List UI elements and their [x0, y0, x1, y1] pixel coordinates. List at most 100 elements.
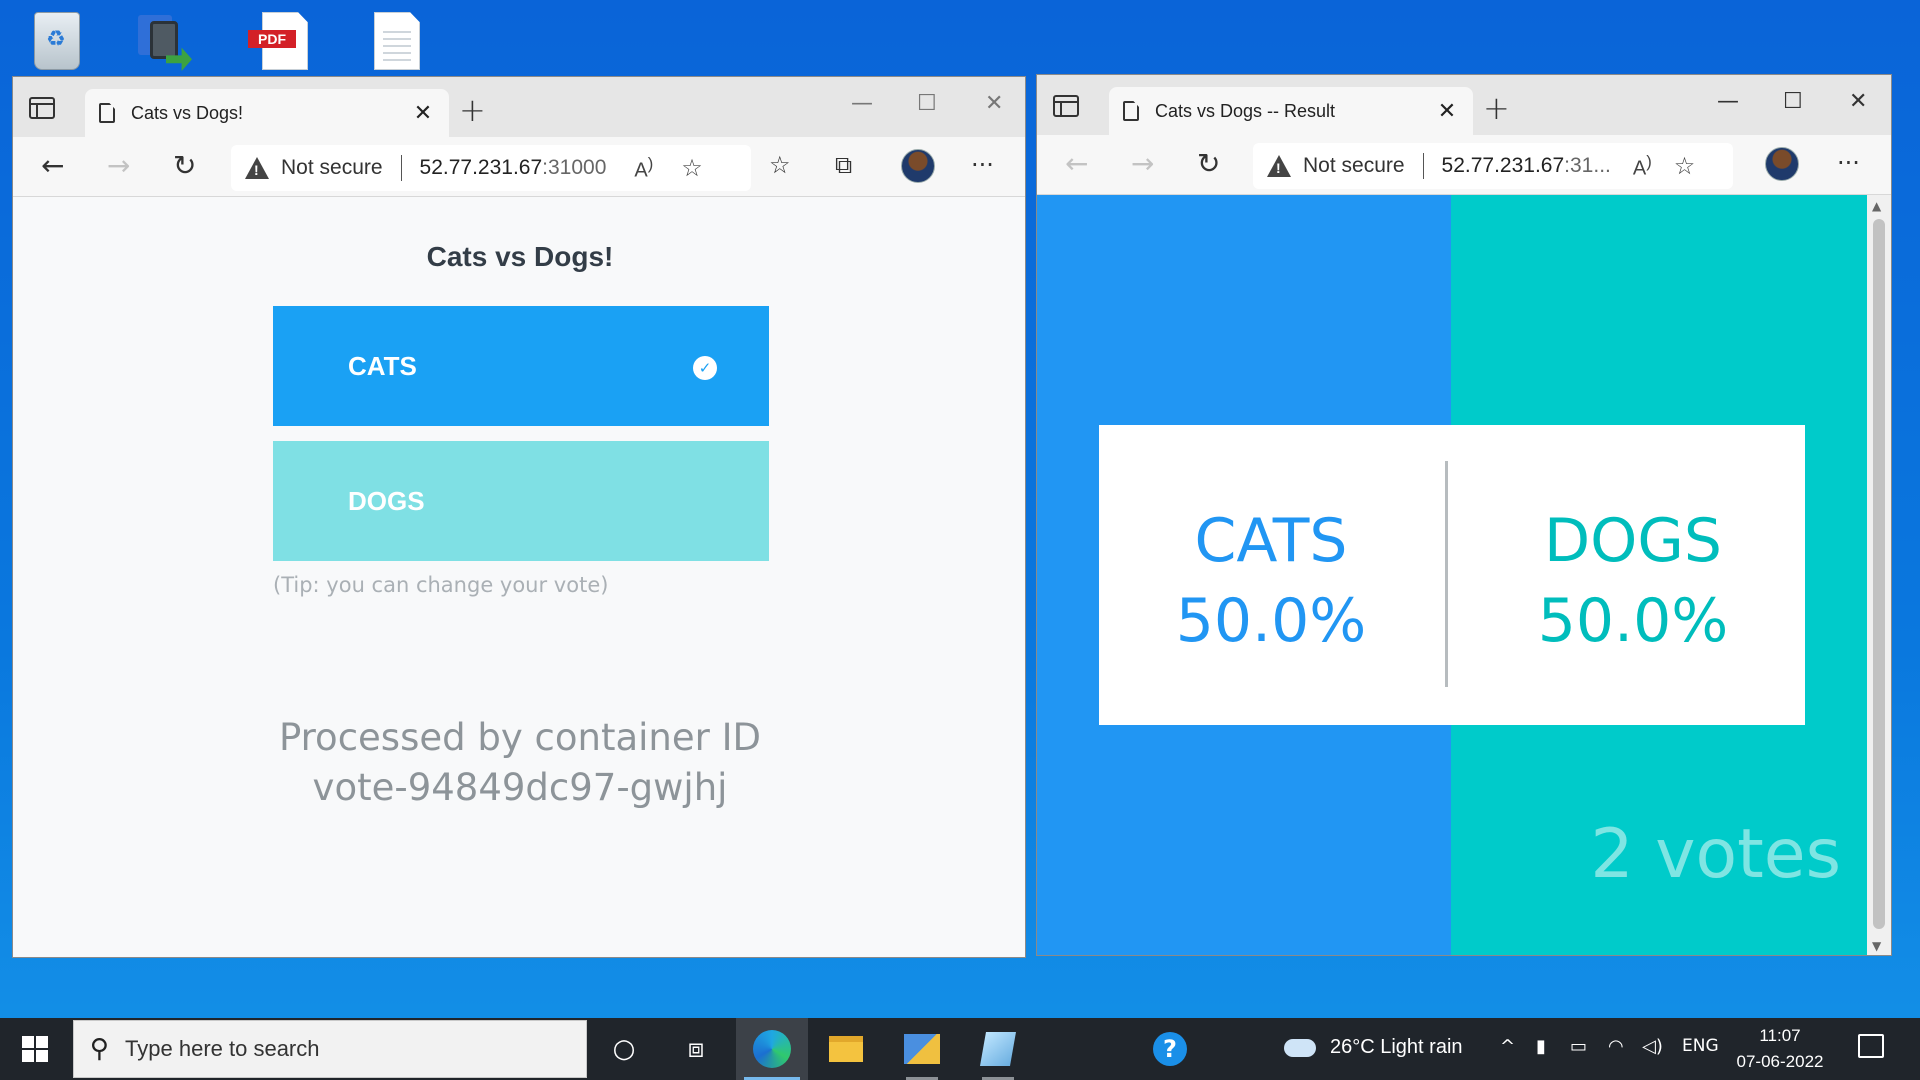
vote-count: 2 votes: [1590, 815, 1841, 894]
back-arrow-icon[interactable]: ←: [41, 149, 64, 182]
new-tab-button[interactable]: +: [459, 91, 486, 129]
edge-taskbar-icon[interactable]: [736, 1018, 808, 1080]
file-explorer-icon[interactable]: [810, 1018, 882, 1080]
security-label: Not secure: [281, 156, 383, 179]
container-id: vote-94849dc97-gwjhj: [312, 766, 728, 809]
task-view-icon[interactable]: ⧈: [660, 1018, 732, 1080]
tab-actions-icon[interactable]: [29, 97, 55, 119]
scrollbar-thumb[interactable]: [1873, 219, 1885, 929]
wifi-icon[interactable]: ◠: [1608, 1036, 1624, 1057]
forward-arrow-icon[interactable]: →: [107, 149, 130, 182]
vpn-shortcut-icon[interactable]: [128, 8, 198, 74]
address-bar[interactable]: Not secure 52.77.231.67:31000 A) ☆: [231, 145, 751, 191]
favorites-icon[interactable]: ☆: [769, 151, 791, 179]
tip-text: (Tip: you can change your vote): [273, 573, 609, 597]
page-icon: [1123, 101, 1139, 121]
close-window-button[interactable]: ✕: [1849, 89, 1867, 114]
dogs-result-percent: 50.0%: [1537, 586, 1729, 656]
new-tab-button[interactable]: +: [1483, 89, 1510, 127]
help-icon[interactable]: ?: [1134, 1018, 1206, 1080]
result-divider: [1445, 461, 1448, 687]
page-title: Cats vs Dogs!: [426, 241, 614, 272]
volume-icon[interactable]: ◁): [1642, 1036, 1663, 1057]
browser-toolbar: ← → ↻ Not secure 52.77.231.67:31000 A) ☆…: [13, 137, 1025, 197]
maximize-button[interactable]: ☐: [917, 91, 937, 116]
clock-date: 07-06-2022: [1736, 1052, 1824, 1071]
forward-arrow-icon[interactable]: →: [1131, 147, 1154, 180]
processed-label: Processed by container ID: [279, 716, 761, 759]
title-bar: Cats vs Dogs! ✕ + — ☐ ✕: [13, 77, 1025, 137]
warning-icon: [1267, 155, 1291, 177]
result-browser-window: Cats vs Dogs -- Result ✕ + — ☐ ✕ ← → ↻ N…: [1036, 74, 1892, 956]
tab-title: Cats vs Dogs!: [131, 102, 244, 123]
minimize-button[interactable]: —: [851, 91, 873, 116]
dogs-label: DOGS: [348, 485, 425, 516]
cortana-icon[interactable]: ○: [588, 1018, 660, 1080]
url-port: :31000: [542, 156, 607, 179]
dogs-result: DOGS 50.0%: [1463, 501, 1803, 661]
scroll-down-icon[interactable]: ▼: [1872, 939, 1881, 953]
processed-by: Processed by container ID vote-94849dc97…: [13, 713, 1025, 813]
tab-vote[interactable]: Cats vs Dogs! ✕: [85, 89, 449, 137]
weather-text: 26°C Light rain: [1330, 1036, 1463, 1058]
vote-page: Cats vs Dogs! CATS ✓ DOGS (Tip: you can …: [13, 197, 1025, 957]
more-menu-icon[interactable]: ···: [1837, 149, 1860, 177]
read-aloud-icon[interactable]: A): [634, 154, 653, 183]
scroll-up-icon[interactable]: ▲: [1872, 199, 1881, 213]
tray-expand-icon[interactable]: ^: [1500, 1036, 1515, 1057]
vote-browser-window: Cats vs Dogs! ✕ + — ☐ ✕ ← → ↻ Not secure…: [12, 76, 1026, 958]
refresh-icon[interactable]: ↻: [1197, 147, 1220, 180]
cats-result: CATS 50.0%: [1101, 501, 1441, 661]
vertical-scrollbar[interactable]: ▲ ▼: [1867, 195, 1891, 955]
vote-dogs-button[interactable]: DOGS: [273, 441, 769, 561]
start-button[interactable]: [22, 1036, 48, 1062]
back-arrow-icon[interactable]: ←: [1065, 147, 1088, 180]
address-bar[interactable]: Not secure 52.77.231.67:31... A) ☆: [1253, 143, 1733, 189]
weather-widget[interactable]: 26°C Light rain: [1284, 1036, 1463, 1059]
maximize-button[interactable]: ☐: [1783, 89, 1803, 114]
taskbar-search[interactable]: ⚲ Type here to search: [73, 1020, 587, 1078]
close-window-button[interactable]: ✕: [985, 91, 1003, 116]
dogs-result-label: DOGS: [1543, 506, 1722, 576]
search-icon: ⚲: [90, 1034, 110, 1064]
result-page: CATS 50.0% DOGS 50.0% 2 votes ▲ ▼: [1037, 195, 1891, 955]
more-menu-icon[interactable]: ···: [971, 151, 994, 179]
taskbar: ⚲ Type here to search ○ ⧈ ? 26°C Light r…: [0, 1018, 1920, 1080]
url-port: :31...: [1564, 154, 1611, 177]
collections-icon[interactable]: ⧉: [835, 151, 852, 179]
page-icon: [99, 103, 115, 123]
tab-result[interactable]: Cats vs Dogs -- Result ✕: [1109, 87, 1473, 135]
warning-icon: [245, 157, 269, 179]
pdf-file-icon[interactable]: PDF: [248, 8, 320, 74]
cats-result-label: CATS: [1194, 506, 1348, 576]
clock-time: 11:07: [1759, 1026, 1801, 1045]
tab-title: Cats vs Dogs -- Result: [1155, 100, 1336, 121]
recycle-bin-icon[interactable]: [22, 8, 92, 74]
url-host: 52.77.231.67: [419, 156, 543, 179]
read-aloud-icon[interactable]: A): [1633, 152, 1652, 181]
profile-avatar[interactable]: [901, 149, 935, 183]
refresh-icon[interactable]: ↻: [173, 149, 196, 182]
check-icon: ✓: [693, 356, 717, 380]
cats-result-percent: 50.0%: [1175, 586, 1367, 656]
tab-actions-icon[interactable]: [1053, 95, 1079, 117]
text-document-icon[interactable]: [362, 8, 432, 74]
profile-avatar[interactable]: [1765, 147, 1799, 181]
microphone-icon[interactable]: ▮: [1536, 1036, 1546, 1057]
vote-cats-button[interactable]: CATS ✓: [273, 306, 769, 426]
title-bar: Cats vs Dogs -- Result ✕ + — ☐ ✕: [1037, 75, 1891, 135]
notepad-icon[interactable]: [962, 1018, 1034, 1080]
cats-label: CATS: [348, 350, 417, 381]
tab-close-icon[interactable]: ✕: [1435, 99, 1459, 124]
url-host: 52.77.231.67: [1441, 154, 1565, 177]
language-indicator[interactable]: ENG: [1682, 1036, 1719, 1056]
notification-icon[interactable]: [1858, 1034, 1884, 1058]
tab-close-icon[interactable]: ✕: [411, 101, 435, 126]
pdf-label: PDF: [248, 30, 296, 48]
clock[interactable]: 11:07 07-06-2022: [1732, 1023, 1828, 1075]
add-favorite-icon[interactable]: ☆: [681, 154, 703, 182]
network-app-icon[interactable]: [886, 1018, 958, 1080]
add-favorite-icon[interactable]: ☆: [1674, 152, 1696, 180]
battery-icon[interactable]: ▭: [1570, 1036, 1587, 1057]
minimize-button[interactable]: —: [1717, 89, 1739, 114]
